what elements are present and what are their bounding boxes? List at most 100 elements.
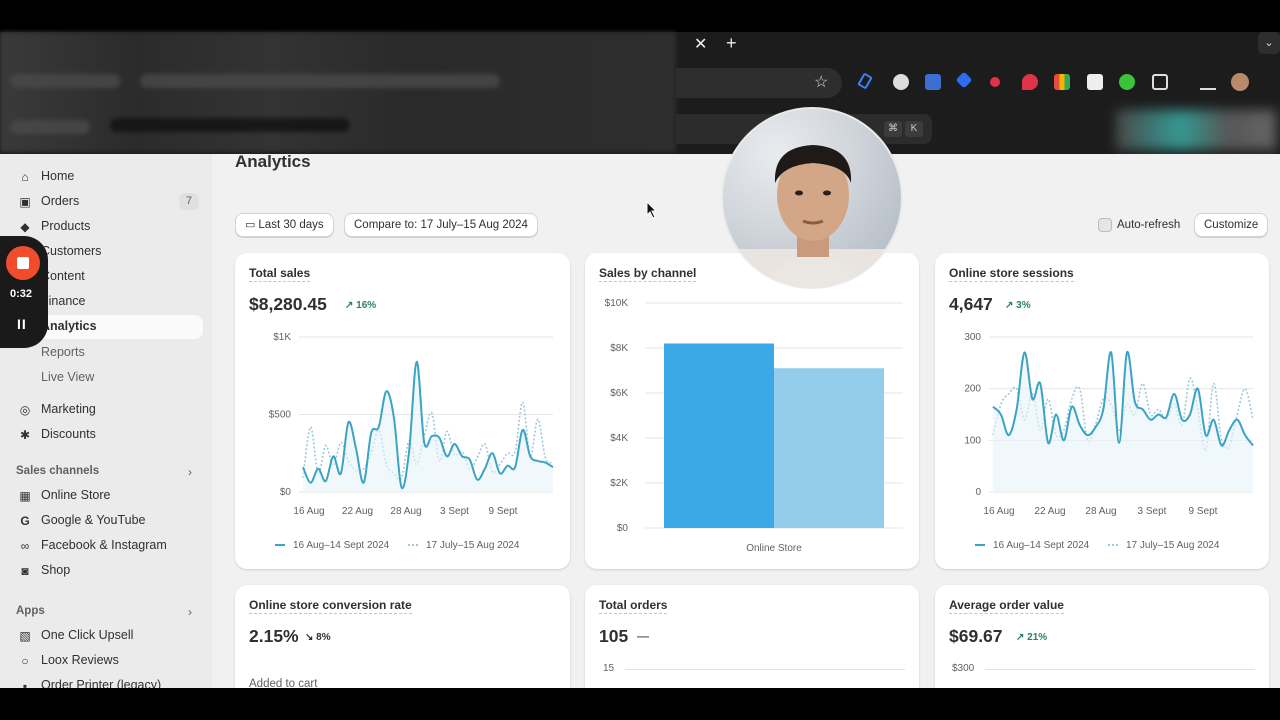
y-tick-label: $0 [280,487,292,498]
sidebar: ⌂ Home ▣ Orders 7 ◆ Products ● Customers… [0,154,212,688]
bookmark-star-icon[interactable]: ☆ [814,72,828,92]
recording-time: 0:32 [10,288,33,300]
shop-icon: ◙ [21,564,29,578]
extension-f-icon[interactable] [1022,74,1038,90]
gridline [625,669,905,670]
y-tick-label: 300 [964,332,981,343]
meta-icon: ∞ [20,539,30,553]
gridline [985,669,1255,670]
sidebar-item-label: Orders [41,194,80,208]
sidebar-item-label: Analytics [41,319,97,333]
auto-refresh-label[interactable]: Auto-refresh [1117,219,1180,231]
webcam-overlay [721,107,903,289]
bar [774,368,884,528]
x-tick-label: 16 Aug [293,506,324,517]
compare-button[interactable]: Compare to: 17 July–15 Aug 2024 [344,213,538,237]
sidebar-item-reports[interactable]: Reports [8,341,203,365]
sidebar-item-label: Discounts [41,427,96,441]
printer-icon: ▪ [22,679,28,688]
extension-h-icon[interactable] [1087,74,1103,90]
sidebar-item-label: Online Store [41,488,111,502]
aov-value: $69.67 [949,626,1003,646]
chevron-right-icon[interactable]: › [188,465,192,479]
sidebar-item-marketing[interactable]: ◎ Marketing [8,398,203,422]
sidebar-item-label: One Click Upsell [41,628,134,642]
sidebar-item-order-printer[interactable]: ▪ Order Printer (legacy) [8,674,203,688]
blurred-store-header [1116,110,1276,150]
sidebar-item-discounts[interactable]: ✱ Discounts [8,423,203,447]
sidebar-item-products[interactable]: ◆ Products [8,215,203,239]
presenter-video [723,145,901,287]
google-icon: G [20,514,30,528]
upsell-icon: ▧ [19,629,31,643]
y-tick-label: $6K [610,388,628,399]
x-tick-label: 3 Sept [1138,506,1167,517]
orders-count-badge: 7 [179,193,199,210]
y-tick-label: $4K [610,433,628,444]
card-title[interactable]: Total orders [599,598,668,614]
sidebar-item-one-click-upsell[interactable]: ▧ One Click Upsell [8,624,203,648]
k-key: K [905,121,923,137]
extensions-puzzle-icon[interactable] [1152,74,1168,90]
sidebar-item-label: Reports [41,345,85,359]
sessions-chart: 0 100 200 300 16 Aug 22 Aug 28 Aug 3 Sept 9 Sept… [964,332,1254,551]
trend-badge: — [637,629,649,643]
screen-recorder-widget: 0:32 II [0,236,48,348]
auto-refresh-checkbox[interactable] [1098,218,1112,232]
tag-icon: ◆ [20,220,30,234]
profile-avatar-icon[interactable] [1231,73,1249,91]
mouse-cursor-icon [646,201,658,219]
y-tick-label: $2K [610,478,628,489]
extension-i-icon[interactable] [1119,74,1135,90]
online-store-sessions-card[interactable]: Online store sessions 4,647 ↗ 3% 0 100 200… [935,253,1269,569]
sidebar-item-label: Order Printer (legacy) [41,678,162,688]
download-icon[interactable] [1200,74,1216,90]
total-sales-card[interactable]: Total sales $8,280.45 ↗ 16% $0 $500 $1K 16 … [235,253,570,569]
calendar-icon: ▭ [245,219,256,231]
sidebar-item-google-youtube[interactable]: G Google & YouTube [8,509,203,533]
sidebar-item-home[interactable]: ⌂ Home [8,165,203,189]
tab-search-chevron-icon[interactable]: ⌄ [1258,32,1280,54]
loox-icon: ○ [21,654,29,668]
pause-icon[interactable]: II [17,316,27,332]
total-orders-value: 105 [599,626,629,646]
sidebar-item-shop[interactable]: ◙ Shop [8,559,203,583]
sidebar-item-loox-reviews[interactable]: ○ Loox Reviews [8,649,203,673]
y-tick-label: $1K [273,332,291,343]
extension-e-icon[interactable] [990,77,1000,87]
card-title[interactable]: Online store conversion rate [249,598,412,614]
extension-b-icon[interactable] [893,74,909,90]
discount-icon: ✱ [19,428,31,442]
page-title: Analytics [235,152,311,171]
date-range-label: Last 30 days [258,219,324,231]
sidebar-item-label: Home [41,169,75,183]
sales-channels-heading[interactable]: Sales channels [16,465,99,477]
y-tick-label: 15 [603,663,615,674]
extension-c-icon[interactable] [925,74,941,90]
sales-by-channel-chart: $0 $2K $4K $6K $8K $10K Online Store [605,298,903,554]
sidebar-item-online-store[interactable]: ▦ Online Store [8,484,203,508]
stop-recording-button[interactable] [6,246,40,280]
sidebar-item-label: Loox Reviews [41,653,119,667]
apps-heading[interactable]: Apps [16,605,45,617]
x-tick-label: 22 Aug [1034,506,1065,517]
sidebar-item-label: Facebook & Instagram [41,538,167,552]
sidebar-item-live-view[interactable]: Live View [8,366,203,390]
sidebar-item-facebook-instagram[interactable]: ∞ Facebook & Instagram [8,534,203,558]
blurred-tab-strip [0,32,676,152]
sidebar-item-label: Google & YouTube [41,513,146,527]
customize-button[interactable]: Customize [1194,213,1269,237]
total-sales-chart: $0 $500 $1K 16 Aug 22 Aug 28 Aug 3 Sept 9 Sept 1… [269,332,554,551]
sales-by-channel-card[interactable]: Sales by channel $0 $2K $4K $6K $8K $10K Onlin… [585,253,919,569]
inbox-icon: ▣ [19,195,31,209]
tab-close-icon[interactable]: ✕ [694,34,707,54]
legend-label: 17 July–15 Aug 2024 [1126,540,1220,551]
chevron-right-icon[interactable]: › [188,605,192,619]
extension-g-icon[interactable] [1054,74,1070,90]
date-range-button[interactable]: ▭ Last 30 days [235,213,334,237]
x-tick-label: 9 Sept [1189,506,1218,517]
sidebar-item-orders[interactable]: ▣ Orders 7 [8,190,203,214]
x-tick-label: Online Store [746,543,802,554]
new-tab-button[interactable]: + [726,33,737,54]
card-title[interactable]: Average order value [949,598,1064,614]
